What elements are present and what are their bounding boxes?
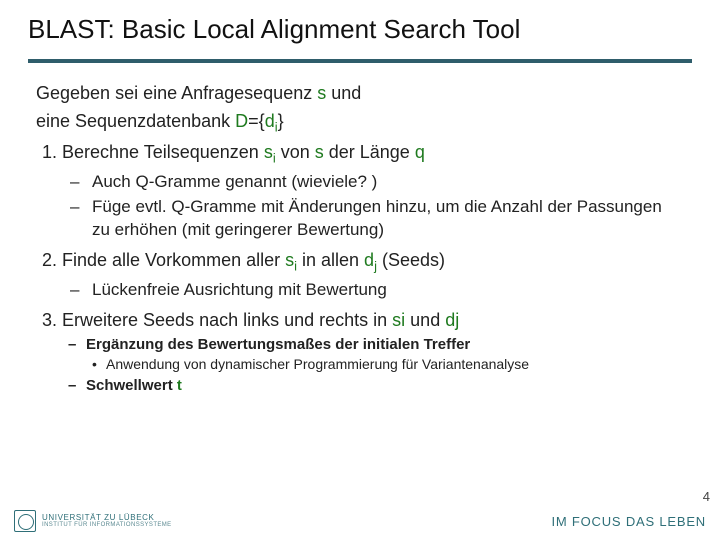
text: der Länge xyxy=(324,142,415,162)
sublist: Auch Q-Gramme genannt (wieviele? ) Füge … xyxy=(62,171,684,242)
var-q: q xyxy=(415,142,425,162)
list-item: Füge evtl. Q-Gramme mit Änderungen hinzu… xyxy=(92,196,684,242)
text: Schwellwert xyxy=(86,377,177,394)
logo-text: UNIVERSITÄT ZU LÜBECK INSTITUT FÜR INFOR… xyxy=(42,514,172,528)
var-s: s xyxy=(285,250,294,270)
slide: BLAST: Basic Local Alignment Search Tool… xyxy=(0,0,720,540)
var-t: t xyxy=(177,377,182,394)
text: und xyxy=(405,310,445,330)
ordered-list: Berechne Teilsequenzen si von s der Läng… xyxy=(36,140,684,396)
text: ={ xyxy=(248,111,265,131)
var-D: D xyxy=(235,111,248,131)
list-item: Anwendung von dynamischer Programmierung… xyxy=(106,355,684,374)
intro-line-2: eine Sequenzdatenbank D={di} xyxy=(36,109,684,136)
page-number: 4 xyxy=(703,489,710,504)
step-3: Erweitere Seeds nach links und rechts in… xyxy=(62,308,684,396)
logo-line2: INSTITUT FÜR INFORMATIONSSYSTEME xyxy=(42,522,172,528)
text: Erweitere Seeds nach links und rechts in xyxy=(62,310,392,330)
text: und xyxy=(326,83,361,103)
var-s: s xyxy=(264,142,273,162)
var-s: s xyxy=(315,142,324,162)
footer: UNIVERSITÄT ZU LÜBECK INSTITUT FÜR INFOR… xyxy=(0,506,720,540)
text: Berechne Teilsequenzen xyxy=(62,142,264,162)
text: Gegeben sei eine Anfragesequenz xyxy=(36,83,317,103)
step-2: Finde alle Vorkommen aller si in allen d… xyxy=(62,248,684,302)
logo-line1: UNIVERSITÄT ZU LÜBECK xyxy=(42,514,172,522)
text: in allen xyxy=(297,250,364,270)
tagline: IM FOCUS DAS LEBEN xyxy=(551,514,706,529)
list-item: Auch Q-Gramme genannt (wieviele? ) xyxy=(92,171,684,194)
list-item: Lückenfreie Ausrichtung mit Bewertung xyxy=(92,279,684,302)
var-s: s xyxy=(317,83,326,103)
slide-title: BLAST: Basic Local Alignment Search Tool xyxy=(28,14,692,45)
logo-icon xyxy=(14,510,36,532)
title-area: BLAST: Basic Local Alignment Search Tool xyxy=(0,0,720,53)
var-dj: dj xyxy=(445,310,459,330)
sublist: Lückenfreie Ausrichtung mit Bewertung xyxy=(62,279,684,302)
text: Ergänzung des Bewertungsmaßes der initia… xyxy=(86,336,470,353)
intro-line-1: Gegeben sei eine Anfragesequenz s und xyxy=(36,81,684,105)
text: Finde alle Vorkommen aller xyxy=(62,250,285,270)
text: von xyxy=(276,142,315,162)
text: } xyxy=(278,111,284,131)
list-item: Ergänzung des Bewertungsmaßes der initia… xyxy=(86,335,684,374)
var-d: d xyxy=(364,250,374,270)
sub-sublist: Anwendung von dynamischer Programmierung… xyxy=(86,355,684,374)
text: (Seeds) xyxy=(377,250,445,270)
sublist: Ergänzung des Bewertungsmaßes der initia… xyxy=(62,335,684,396)
var-d: d xyxy=(265,111,275,131)
content-area: Gegeben sei eine Anfragesequenz s und ei… xyxy=(0,63,720,396)
step-1: Berechne Teilsequenzen si von s der Läng… xyxy=(62,140,684,242)
var-si: si xyxy=(392,310,405,330)
university-logo: UNIVERSITÄT ZU LÜBECK INSTITUT FÜR INFOR… xyxy=(14,510,172,532)
text: eine Sequenzdatenbank xyxy=(36,111,235,131)
list-item: Schwellwert t xyxy=(86,376,684,396)
